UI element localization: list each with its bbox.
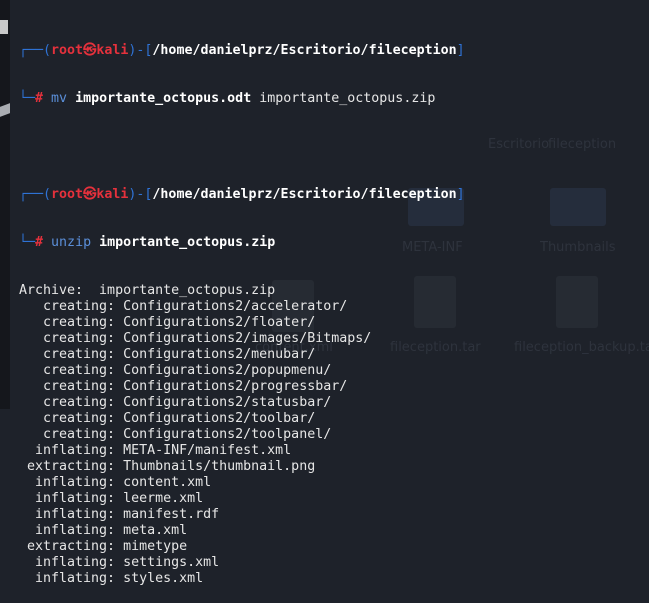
command-name: unzip — [51, 235, 92, 250]
output-line: extracting: Thumbnails/thumbnail.png — [19, 459, 316, 474]
output-line: inflating: styles.xml — [19, 571, 204, 586]
ghost-thumbnails: Thumbnails — [540, 240, 616, 255]
prompt-symbol: # — [35, 235, 44, 250]
prompt-path: /home/danielprz/Escritorio/fileception — [152, 187, 457, 202]
prompt-line: ┌──(root㉿kali)-[/home/danielprz/Escritor… — [19, 43, 465, 58]
output-line: creating: Configurations2/floater/ — [19, 315, 316, 330]
prompt-symbol: # — [35, 91, 44, 106]
ghost-folder-icon — [550, 188, 606, 226]
terminal-output[interactable]: ┌──(root㉿kali)-[/home/danielprz/Escritor… — [19, 11, 465, 603]
output-line: extracting: mimetype — [19, 539, 188, 554]
output-line: creating: Configurations2/toolpanel/ — [19, 427, 332, 442]
output-line: creating: Configurations2/popupmenu/ — [19, 363, 332, 378]
desktop-bar — [0, 20, 8, 34]
output-line: inflating: content.xml — [19, 475, 212, 490]
prompt-host: kali — [96, 187, 129, 202]
output-line: creating: Configurations2/toolbar/ — [19, 411, 316, 426]
output-line: inflating: meta.xml — [19, 523, 188, 538]
unzip-output: Archive: importante_octopus.zip creating… — [19, 283, 465, 587]
command-name: mv — [51, 91, 68, 106]
prompt-sep: ㉿ — [83, 43, 97, 58]
prompt-user: root — [51, 187, 84, 202]
desktop-edge — [0, 0, 10, 409]
command-line: └─# unzip importante_octopus.zip — [19, 235, 276, 250]
prompt-host: kali — [96, 43, 129, 58]
output-line: creating: Configurations2/menubar/ — [19, 347, 316, 362]
output-line: inflating: settings.xml — [19, 555, 220, 570]
prompt-path: /home/danielprz/Escritorio/fileception — [152, 43, 457, 58]
prompt-line: ┌──(root㉿kali)-[/home/danielprz/Escritor… — [19, 187, 465, 202]
output-line: inflating: META-INF/manifest.xml — [19, 443, 292, 458]
output-line: inflating: leerme.xml — [19, 491, 204, 506]
output-line: inflating: manifest.rdf — [19, 507, 220, 522]
ghost-breadcrumb-escritorio: Escritorio — [488, 137, 550, 152]
command-arg: importante_octopus.zip — [99, 235, 276, 250]
prompt-user: root — [51, 43, 84, 58]
ghost-archive-icon — [556, 276, 598, 328]
command-arg: importante_octopus.zip — [259, 91, 436, 106]
command-line: └─# mv importante_octopus.odt importante… — [19, 91, 436, 106]
wallpaper-swoosh — [0, 103, 10, 117]
ghost-breadcrumb-fileception: fileception — [548, 137, 617, 152]
output-line: creating: Configurations2/accelerator/ — [19, 299, 348, 314]
output-line: creating: Configurations2/images/Bitmaps… — [19, 331, 372, 346]
ghost-fileception-backup: fileception_backup.tar — [514, 340, 649, 355]
prompt-sep: ㉿ — [83, 187, 97, 202]
output-line: Archive: importante_octopus.zip — [19, 283, 276, 298]
output-line: creating: Configurations2/progressbar/ — [19, 379, 348, 394]
command-arg: importante_octopus.odt — [75, 91, 252, 106]
